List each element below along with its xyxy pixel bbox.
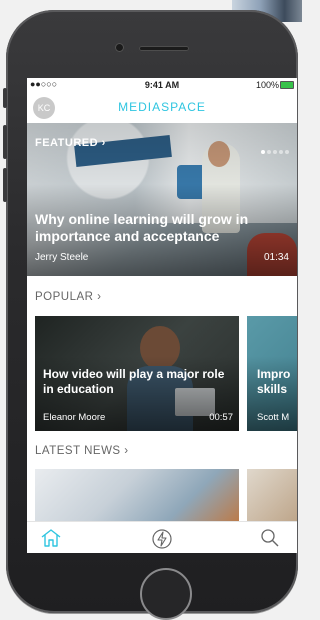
- mute-switch: [3, 88, 7, 108]
- news-card[interactable]: [247, 469, 297, 529]
- carousel-dot[interactable]: [261, 150, 265, 154]
- news-card[interactable]: [35, 469, 239, 529]
- volume-down-button: [3, 168, 7, 202]
- earpiece-speaker: [139, 46, 189, 51]
- popular-section-link[interactable]: POPULAR ›: [35, 291, 102, 303]
- tab-bolt[interactable]: [151, 528, 175, 550]
- card-author: Eleanor Moore: [43, 412, 106, 423]
- tab-bar: [27, 521, 297, 553]
- app-title: MEDIASPACE: [118, 100, 206, 114]
- status-bar: ●●○○○ 9:41 AM 100%: [27, 78, 297, 92]
- bolt-icon: [152, 529, 172, 549]
- featured-hero-card[interactable]: FEATURED › Why online learning will grow…: [27, 123, 297, 276]
- latest-news-header: LATEST NEWS: [35, 445, 121, 457]
- card-title: Impro skills: [257, 367, 291, 396]
- popular-header: POPULAR: [35, 291, 94, 303]
- home-icon: [41, 529, 61, 547]
- chevron-right-icon: ›: [101, 137, 106, 149]
- carousel-dot[interactable]: [273, 150, 277, 154]
- carousel-dots[interactable]: [259, 141, 289, 159]
- tab-search[interactable]: [260, 528, 284, 550]
- card-duration: 00:57: [209, 412, 233, 423]
- featured-label: FEATURED: [35, 137, 99, 149]
- featured-link[interactable]: FEATURED ›: [35, 137, 106, 149]
- volume-up-button: [3, 125, 7, 159]
- tab-home[interactable]: [40, 528, 64, 550]
- app-header: KC MEDIASPACE: [27, 93, 297, 123]
- carousel-dot[interactable]: [285, 150, 289, 154]
- latest-news-section-link[interactable]: LATEST NEWS ›: [35, 445, 129, 457]
- search-icon: [261, 529, 279, 547]
- featured-duration: 01:34: [263, 252, 289, 263]
- carousel-dot[interactable]: [279, 150, 283, 154]
- featured-author: Jerry Steele: [35, 252, 89, 263]
- front-camera: [115, 43, 124, 52]
- card-author: Scott M: [257, 412, 290, 423]
- battery-percent: 100%: [255, 80, 279, 90]
- popular-card[interactable]: Impro skills Scott M: [247, 316, 297, 431]
- popular-card[interactable]: How video will play a major role in educ…: [35, 316, 239, 431]
- app-screen: ●●○○○ 9:41 AM 100% KC MEDIASPACE FEATURE…: [27, 78, 297, 553]
- carousel-dot[interactable]: [267, 150, 271, 154]
- chevron-right-icon: ›: [124, 445, 129, 457]
- chevron-right-icon: ›: [97, 291, 102, 303]
- home-button[interactable]: [140, 568, 192, 620]
- featured-title: Why online learning will grow in importa…: [35, 211, 249, 244]
- battery-icon: [280, 81, 294, 89]
- card-title: How video will play a major role in educ…: [43, 367, 225, 396]
